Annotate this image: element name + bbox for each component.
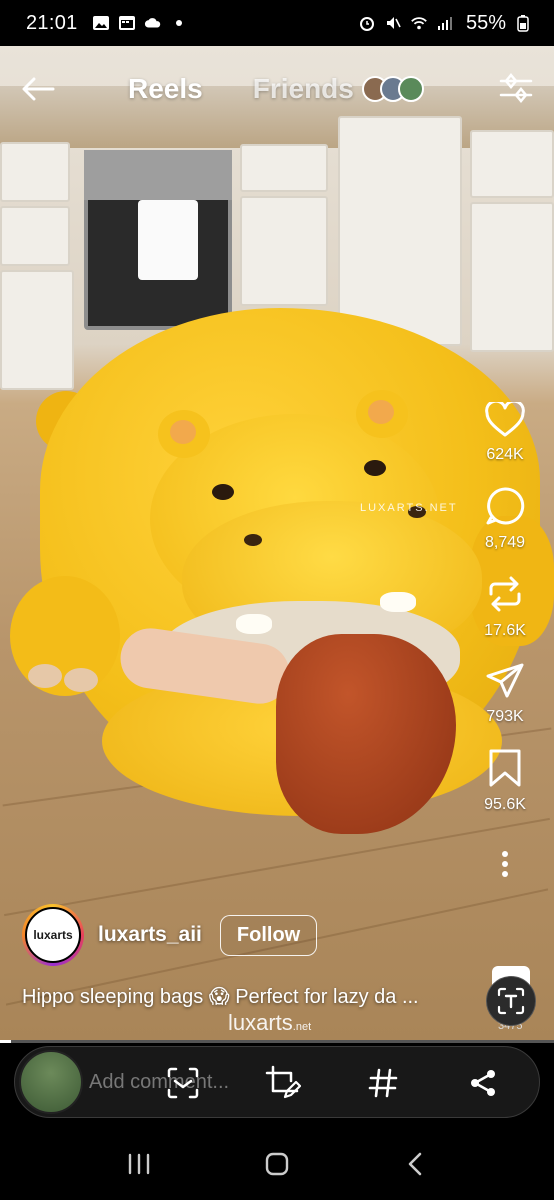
kitchen-cabinet [240, 196, 328, 306]
system-nav-bar [0, 1128, 554, 1200]
friend-avatar [397, 76, 424, 102]
sliders-icon [499, 73, 533, 103]
calendar-icon [118, 16, 135, 30]
hippo-eye-right [364, 460, 386, 476]
person-hair [276, 634, 456, 834]
hippo-tooth [380, 592, 416, 612]
recent-apps-icon [128, 1153, 150, 1175]
alarm-icon [359, 17, 374, 31]
hippo-toe [28, 664, 62, 688]
share-icon [471, 1070, 495, 1096]
scan-button[interactable] [157, 1057, 209, 1109]
chevron-left-icon [408, 1152, 422, 1176]
status-bar: 21:01 55% [0, 0, 554, 46]
heart-icon [485, 402, 525, 437]
author-avatar[interactable]: luxarts [22, 904, 84, 966]
reel-caption[interactable]: Hippo sleeping bags 😱 Perfect for lazy d… [22, 984, 419, 1009]
hippo-toe [64, 668, 98, 692]
back-button[interactable] [18, 69, 58, 109]
hippo-tooth [236, 614, 272, 634]
more-options-button[interactable] [500, 850, 510, 883]
author-row: luxarts luxarts_aii Follow [22, 904, 318, 966]
crop-edit-icon [265, 1065, 301, 1099]
comment-count: 8,749 [484, 534, 526, 551]
edit-button[interactable] [257, 1057, 309, 1109]
kitchen-drawer [0, 142, 70, 202]
hippo-ear-right [356, 390, 408, 438]
home-button[interactable] [253, 1140, 301, 1188]
status-time: 21:01 [26, 11, 78, 34]
mute-icon [386, 17, 401, 29]
save-button[interactable]: 95.6K [484, 748, 526, 814]
nav-back-button[interactable] [391, 1140, 439, 1188]
wifi-icon [411, 17, 427, 30]
dot-icon [175, 20, 182, 26]
composer-actions [133, 1047, 533, 1119]
bookmark-icon [489, 749, 521, 787]
like-button[interactable]: 624K [485, 402, 525, 464]
arrow-left-icon [22, 77, 55, 101]
text-recognition-icon [497, 987, 525, 1015]
cloud-icon [144, 18, 160, 28]
hashtag-icon [368, 1068, 398, 1098]
video-progress-bar[interactable] [0, 1040, 554, 1043]
floor-plank [4, 817, 550, 917]
video-progress-fill [0, 1040, 12, 1043]
hippo-ear-left [158, 410, 210, 458]
repost-count: 17.6K [484, 622, 526, 639]
friends-avatars[interactable] [361, 76, 424, 102]
comment-icon [486, 487, 525, 525]
kitchen-cabinet [338, 116, 462, 346]
towel [138, 200, 198, 280]
hippo-nostril [244, 534, 262, 546]
brand-watermark-text: luxarts [228, 1010, 293, 1035]
comment-button[interactable]: 8,749 [485, 486, 525, 552]
status-icons-left [92, 14, 188, 32]
recent-apps-button[interactable] [115, 1140, 163, 1188]
repost-icon [489, 576, 521, 612]
tab-friends[interactable]: Friends [253, 73, 354, 105]
share-count: 793K [486, 708, 524, 725]
kitchen-cabinet [470, 202, 554, 352]
tab-reels[interactable]: Reels [128, 73, 203, 105]
battery-icon [517, 15, 529, 32]
kitchen-cabinet [0, 270, 74, 390]
kitchen-drawer [0, 206, 70, 266]
author-avatar-logo: luxarts [25, 907, 81, 963]
repost-button[interactable]: 17.6K [484, 574, 526, 640]
share-button[interactable]: 793K [485, 662, 525, 726]
video-watermark: LUXARTS.NET [360, 502, 458, 514]
action-rail: 624K 8,749 17.6K 793K 95.6K [470, 402, 540, 883]
hashtag-button[interactable] [357, 1057, 409, 1109]
signal-icon [437, 17, 452, 30]
brand-watermark: luxarts.net [228, 1010, 311, 1036]
home-icon [265, 1152, 289, 1176]
kitchen-drawer [240, 144, 328, 192]
reels-header: Reels Friends [0, 60, 554, 118]
captions-button[interactable] [486, 976, 536, 1026]
like-count: 624K [486, 446, 524, 463]
composer-thumbnail[interactable] [19, 1050, 83, 1114]
save-count: 95.6K [484, 796, 526, 813]
status-icons-right: 55% [358, 12, 532, 35]
follow-button[interactable]: Follow [219, 914, 318, 956]
comment-composer: Add comment... [14, 1046, 540, 1118]
kitchen-drawer [470, 130, 554, 198]
hippo-eye-left [212, 484, 234, 500]
author-username[interactable]: luxarts_aii [98, 923, 202, 947]
battery-percent: 55% [465, 11, 506, 34]
send-icon [486, 663, 524, 698]
gallery-icon [92, 16, 109, 30]
filter-button[interactable] [496, 69, 536, 109]
scan-icon [167, 1067, 199, 1099]
brand-watermark-suffix: .net [292, 1021, 312, 1033]
more-vertical-icon [502, 851, 508, 877]
share-options-button[interactable] [457, 1057, 509, 1109]
